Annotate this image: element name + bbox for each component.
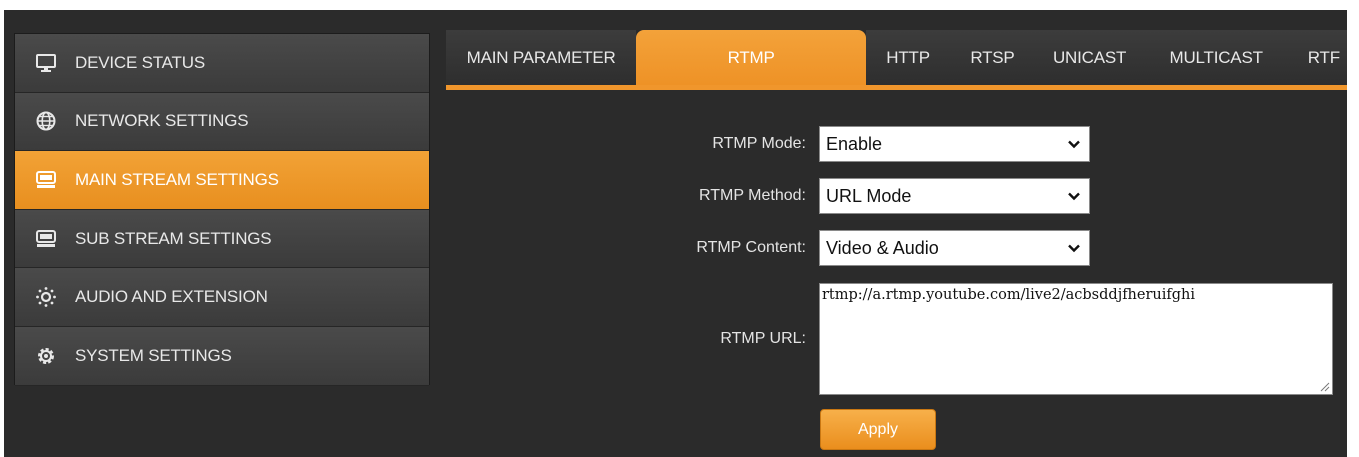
tab-http[interactable]: HTTP — [865, 30, 951, 85]
stream-icon — [35, 169, 57, 191]
sidebar-item-audio-and-extension[interactable]: AUDIO AND EXTENSION — [15, 268, 429, 327]
monitor-icon — [35, 52, 57, 74]
resize-grip-icon[interactable] — [1320, 382, 1330, 392]
chevron-down-icon — [1068, 244, 1080, 253]
rtmp-content-label: RTMP Content: — [696, 239, 806, 256]
sidebar-item-main-stream-settings[interactable]: MAIN STREAM SETTINGS — [15, 151, 429, 210]
tab-rtf[interactable]: RTF — [1287, 30, 1347, 85]
sidebar-item-label: SYSTEM SETTINGS — [75, 345, 232, 365]
apply-button[interactable]: Apply — [820, 409, 936, 450]
rtmp-mode-label: RTMP Mode: — [712, 135, 806, 152]
chevron-down-icon — [1068, 192, 1080, 201]
sidebar: DEVICE STATUS NETWORK SETTINGS MAIN STRE… — [14, 33, 430, 386]
rtmp-url-textarea[interactable]: rtmp://a.rtmp.youtube.com/live2/acbsddjf… — [819, 283, 1333, 395]
rtmp-content-select[interactable]: Video & Audio — [819, 230, 1090, 266]
sidebar-item-system-settings[interactable]: SYSTEM SETTINGS — [15, 326, 429, 386]
rtmp-url-label: RTMP URL: — [720, 330, 806, 347]
stream-icon — [35, 228, 57, 250]
tab-rtsp[interactable]: RTSP — [950, 30, 1035, 85]
sidebar-item-label: SUB STREAM SETTINGS — [75, 228, 272, 248]
sidebar-item-label: MAIN STREAM SETTINGS — [75, 169, 279, 189]
rtmp-method-value: URL Mode — [826, 185, 912, 206]
chevron-down-icon — [1068, 140, 1080, 149]
tab-main-parameter[interactable]: MAIN PARAMETER — [446, 30, 637, 85]
audio-extension-icon — [35, 286, 57, 308]
rtmp-mode-select[interactable]: Enable — [819, 126, 1090, 162]
sidebar-item-label: DEVICE STATUS — [75, 52, 205, 72]
sidebar-item-label: NETWORK SETTINGS — [75, 111, 249, 131]
rtmp-url-value: rtmp://a.rtmp.youtube.com/live2/acbsddjf… — [822, 287, 1196, 303]
gear-icon — [35, 345, 57, 367]
rtmp-method-select[interactable]: URL Mode — [819, 178, 1090, 214]
tab-multicast[interactable]: MULTICAST — [1144, 30, 1288, 85]
rtmp-mode-value: Enable — [826, 133, 883, 154]
rtmp-content-value: Video & Audio — [826, 237, 939, 258]
tab-rtmp[interactable]: RTMP — [636, 30, 866, 85]
sidebar-item-sub-stream-settings[interactable]: SUB STREAM SETTINGS — [15, 209, 429, 269]
rtmp-method-label: RTMP Method: — [698, 187, 806, 204]
sidebar-item-label: AUDIO AND EXTENSION — [75, 287, 268, 307]
sidebar-item-device-status[interactable]: DEVICE STATUS — [15, 34, 429, 93]
sidebar-item-network-settings[interactable]: NETWORK SETTINGS — [15, 92, 429, 152]
tab-bar: MAIN PARAMETER RTMP HTTP RTSP UNICAST MU… — [446, 30, 1347, 90]
globe-icon — [35, 110, 57, 132]
tab-unicast[interactable]: UNICAST — [1034, 30, 1145, 85]
